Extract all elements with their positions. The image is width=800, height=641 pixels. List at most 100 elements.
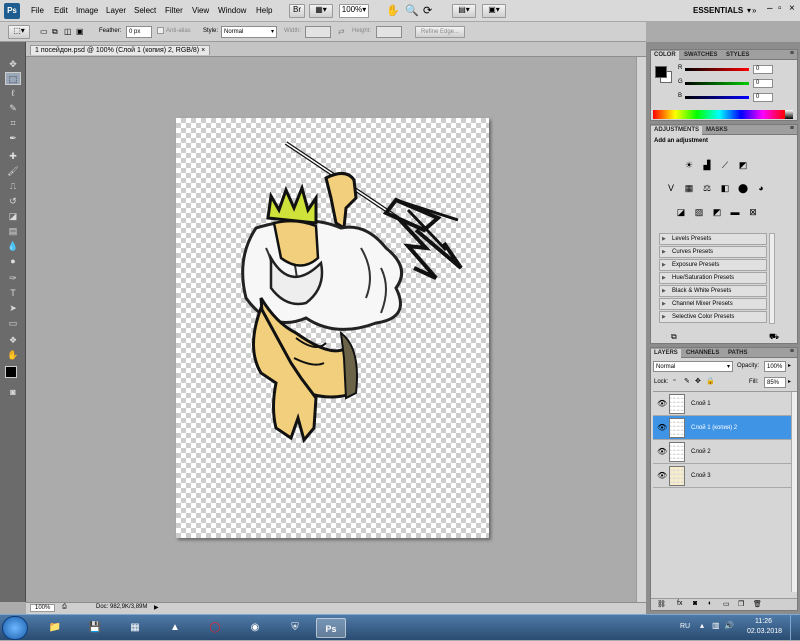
calculator-task-icon[interactable]: ▦ [120,618,150,638]
panel-menu-icon[interactable]: ≡ [790,348,794,355]
volume-icon[interactable]: 🔊 [724,621,734,630]
menu-layer[interactable]: Layer [106,6,126,15]
channel-g-value[interactable]: 0 [753,79,773,88]
menu-filter[interactable]: Filter [165,6,183,15]
network-icon[interactable]: ▥ [712,621,720,630]
channel-g-slider[interactable] [685,82,749,85]
tab-styles[interactable]: STYLES [723,51,752,60]
menu-help[interactable]: Help [256,6,272,15]
tab-adjustments[interactable]: ADJUSTMENTS [651,126,703,135]
lock-position-icon[interactable]: ✥ [695,377,701,385]
save-task-icon[interactable]: 💾 [80,618,110,638]
eye-icon[interactable]: 👁 [657,423,667,432]
clip-to-layer-icon[interactable]: ⧉ [671,332,677,342]
black-white-icon[interactable]: ◧ [719,183,731,194]
new-group-icon[interactable]: ▭ [723,600,730,608]
lock-all-icon[interactable]: 🔒 [706,377,715,385]
preset-black-white[interactable]: Black & White Presets [659,285,767,297]
tab-swatches[interactable]: SWATCHES [681,51,721,60]
canvas-vertical-scrollbar[interactable] [636,57,646,602]
move-tool-icon[interactable]: ✥ [5,58,21,71]
clone-stamp-tool-icon[interactable]: ⎍ [5,180,21,193]
exposure-icon[interactable]: ◩ [737,160,749,171]
tab-color[interactable]: COLOR [651,51,679,60]
clock-date[interactable]: 02.03.2018 [747,628,782,635]
workspace-dropdown-arrow[interactable]: ▾ [747,6,751,15]
screen-mode-button[interactable]: ▣▾ [482,4,506,18]
levels-icon[interactable]: ▟ [701,160,713,171]
marquee-tool-icon[interactable]: ⬚ [5,72,21,85]
layer-row[interactable]: 👁 Слой 3 [653,464,791,488]
style-dropdown[interactable]: Normal ▾ [221,26,277,38]
gradient-map-icon[interactable]: ▬ [729,207,741,218]
opacity-arrow-icon[interactable]: ▸ [788,362,791,369]
tab-layers[interactable]: LAYERS [651,349,681,358]
hue-saturation-icon[interactable]: ▦ [683,183,695,194]
opacity-input[interactable]: 100% [764,361,786,372]
lock-transparent-icon[interactable]: ▫ [673,377,675,384]
bridge-button[interactable]: Br [289,4,305,18]
tray-expand-icon[interactable]: ▴ [700,621,704,630]
layer-style-icon[interactable]: fx [677,600,682,607]
hand-icon[interactable]: ✋ [386,4,400,17]
language-indicator[interactable]: RU [680,623,690,630]
color-fg-swatch[interactable] [655,66,667,78]
status-arrow-icon[interactable]: ▶ [154,604,159,611]
channel-r-slider[interactable] [685,68,749,71]
menu-image[interactable]: Image [76,6,98,15]
layer-row-selected[interactable]: 👁 Слой 1 (копия) 2 [653,416,791,440]
clock-time[interactable]: 11:26 [755,618,772,625]
lock-image-icon[interactable]: ✎ [684,377,690,385]
zoom-level-dropdown[interactable]: 100%▾ [339,4,369,18]
document-canvas[interactable] [176,118,489,538]
preset-levels[interactable]: Levels Presets [659,233,767,245]
channel-b-slider[interactable] [685,96,749,99]
menu-window[interactable]: Window [218,6,246,15]
channel-r-value[interactable]: 0 [753,65,773,74]
restore-button[interactable]: ▫ [778,3,782,14]
menu-edit[interactable]: Edit [54,6,68,15]
channel-mixer-icon[interactable]: ◕ [755,183,767,194]
photo-filter-icon[interactable]: ⬤ [737,183,749,194]
view-extras-button[interactable]: ▦▾ [309,4,333,18]
add-mask-icon[interactable]: ◙ [693,600,697,607]
opera-task-icon[interactable]: ◯ [200,618,230,638]
minimize-button[interactable]: – [767,3,773,14]
lasso-tool-icon[interactable]: ℓ [5,87,21,100]
photoshop-task-icon[interactable]: Ps [316,618,346,638]
layer-row[interactable]: 👁 Слой 2 [653,440,791,464]
preset-exposure[interactable]: Exposure Presets [659,259,767,271]
tool-preset-picker[interactable]: ⬚▾ [8,25,30,39]
dodge-tool-icon[interactable]: ● [5,255,21,268]
zoom-status[interactable]: 100% [30,604,56,612]
intersect-selection-icon[interactable]: ▣ [76,27,84,36]
tab-channels[interactable]: CHANNELS [683,349,722,358]
status-export-icon[interactable]: ⎙ [62,604,67,611]
quick-selection-tool-icon[interactable]: ✎ [5,102,21,115]
vibrance-icon[interactable]: V [665,183,677,194]
eye-icon[interactable]: 👁 [657,471,667,480]
tab-masks[interactable]: MASKS [703,126,731,135]
blend-mode-dropdown[interactable]: Normal ▾ [653,361,733,372]
zoom-icon[interactable]: 🔍 [405,4,419,17]
eye-icon[interactable]: 👁 [657,399,667,408]
preset-curves[interactable]: Curves Presets [659,246,767,258]
brush-tool-icon[interactable]: 🖌 [5,165,21,178]
workspace-switcher[interactable]: ESSENTIALS [693,6,743,15]
panel-menu-icon[interactable]: ≡ [790,50,794,57]
eye-icon[interactable]: 👁 [657,447,667,456]
eraser-tool-icon[interactable]: ◪ [5,210,21,223]
eyedropper-tool-icon[interactable]: ✒ [5,132,21,145]
pen-tool-icon[interactable]: ✑ [5,272,21,285]
start-button[interactable] [2,616,28,640]
type-tool-icon[interactable]: T [5,287,21,300]
posterize-icon[interactable]: ▨ [693,207,705,218]
archicad-task-icon[interactable]: ▲ [160,618,190,638]
add-to-selection-icon[interactable]: ⧉ [52,27,58,37]
presets-scrollbar[interactable] [769,233,775,324]
subtract-from-selection-icon[interactable]: ◫ [64,27,72,36]
delete-layer-icon[interactable]: 🗑 [753,600,762,608]
menu-file[interactable]: File [31,6,44,15]
layer-row[interactable]: 👁 Слой 1 [653,392,791,416]
close-document-icon[interactable]: × [201,47,205,54]
